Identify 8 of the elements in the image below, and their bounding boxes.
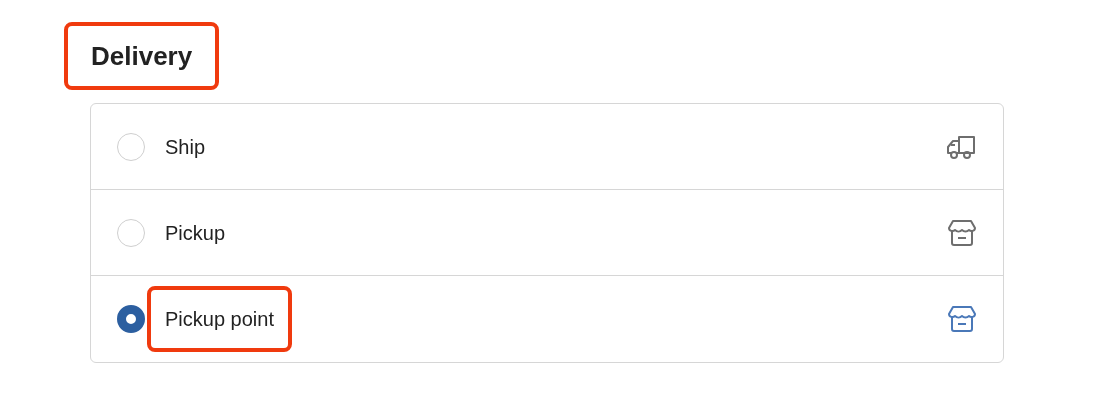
radio-button[interactable] xyxy=(117,305,145,333)
truck-icon xyxy=(945,133,977,160)
option-label[interactable]: Pickup xyxy=(147,199,244,266)
store-icon xyxy=(947,218,977,247)
section-heading: Delivery xyxy=(64,22,220,90)
option-label[interactable]: Pickup point xyxy=(147,286,292,352)
option-label[interactable]: Ship xyxy=(147,113,224,180)
store-icon xyxy=(947,305,977,333)
